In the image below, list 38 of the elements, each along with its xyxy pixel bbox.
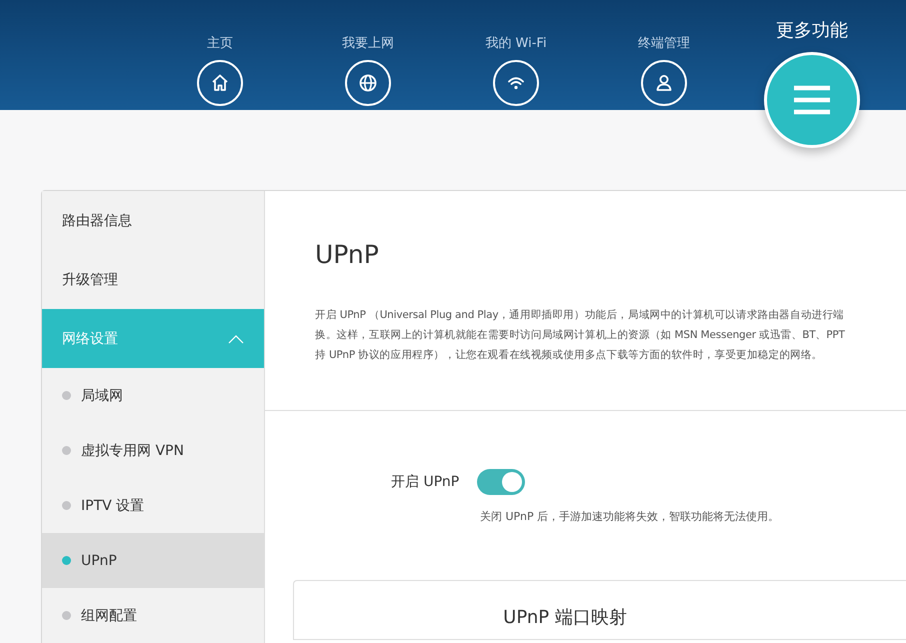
page-title: UPnP bbox=[315, 239, 380, 271]
sidebar-subitem-label: 组网配置 bbox=[81, 606, 137, 624]
nav-tab[interactable]: 我要上网 bbox=[308, 0, 428, 110]
toggle-label: 开启 UPnP bbox=[391, 473, 460, 491]
hint-text: 关闭 UPnP 后，手游加速功能将失效，智联功能将无法使用。 bbox=[480, 509, 780, 524]
section-title: UPnP 端口映射 bbox=[503, 606, 627, 630]
sidebar-item-label: 升级管理 bbox=[62, 270, 118, 288]
description-line: 持 UPnP 协议的应用程序），让您在观看在线视频或使用多点下载等方面的软件时，享受更加稳定的网络。 bbox=[315, 348, 824, 363]
upnp-toggle[interactable] bbox=[477, 469, 526, 495]
chevron-icon bbox=[228, 334, 244, 344]
bullet-icon bbox=[62, 611, 71, 620]
nav-tab[interactable]: 更多功能 bbox=[752, 0, 872, 110]
sidebar-subitem-label: UPnP bbox=[81, 552, 117, 568]
sidebar-item-label: 网络设置 bbox=[62, 330, 118, 348]
sidebar-subitem-label: 局域网 bbox=[81, 386, 123, 404]
bullet-icon bbox=[62, 556, 71, 565]
sidebar-subitem-label: 虚拟专用网 VPN bbox=[81, 442, 184, 460]
sidebar-item-label: 路由器信息 bbox=[62, 212, 132, 230]
description-line: 换。这样，互联网上的计算机就能在需要时访问局域网计算机上的资源（如 MSN Messenger 或迅雷、BT、PPT bbox=[315, 328, 846, 343]
sidebar-subitem-label: IPTV 设置 bbox=[81, 496, 144, 514]
bullet-icon bbox=[62, 501, 71, 510]
bullet-icon bbox=[62, 391, 71, 400]
sidebar-subitem[interactable]: 虚拟专用网 VPN bbox=[42, 423, 264, 478]
sidebar-subitem[interactable]: UPnP bbox=[42, 533, 264, 588]
user-icon bbox=[641, 60, 687, 106]
wifi-icon bbox=[493, 60, 539, 106]
home-icon bbox=[197, 60, 243, 106]
sidebar-subitem[interactable]: 局域网 bbox=[42, 368, 264, 423]
sidebar-subitem[interactable]: 组网配置 bbox=[42, 588, 264, 643]
sidebar-subitem[interactable]: IPTV 设置 bbox=[42, 478, 264, 533]
globe-icon bbox=[345, 60, 391, 106]
nav-tab[interactable]: 终端管理 bbox=[604, 0, 724, 110]
description-line: 开启 UPnP （Universal Plug and Play，通用即插即用）功能后，局域网中的计算机可以请求路由器自动进行端 bbox=[315, 308, 845, 323]
nav-tab[interactable]: 主页 bbox=[160, 0, 280, 110]
sidebar-item[interactable]: 路由器信息 bbox=[42, 191, 264, 250]
sidebar-item[interactable]: 升级管理 bbox=[42, 250, 264, 309]
bullet-icon bbox=[62, 446, 71, 455]
nav-tab[interactable]: 我的 Wi-Fi bbox=[456, 0, 576, 110]
